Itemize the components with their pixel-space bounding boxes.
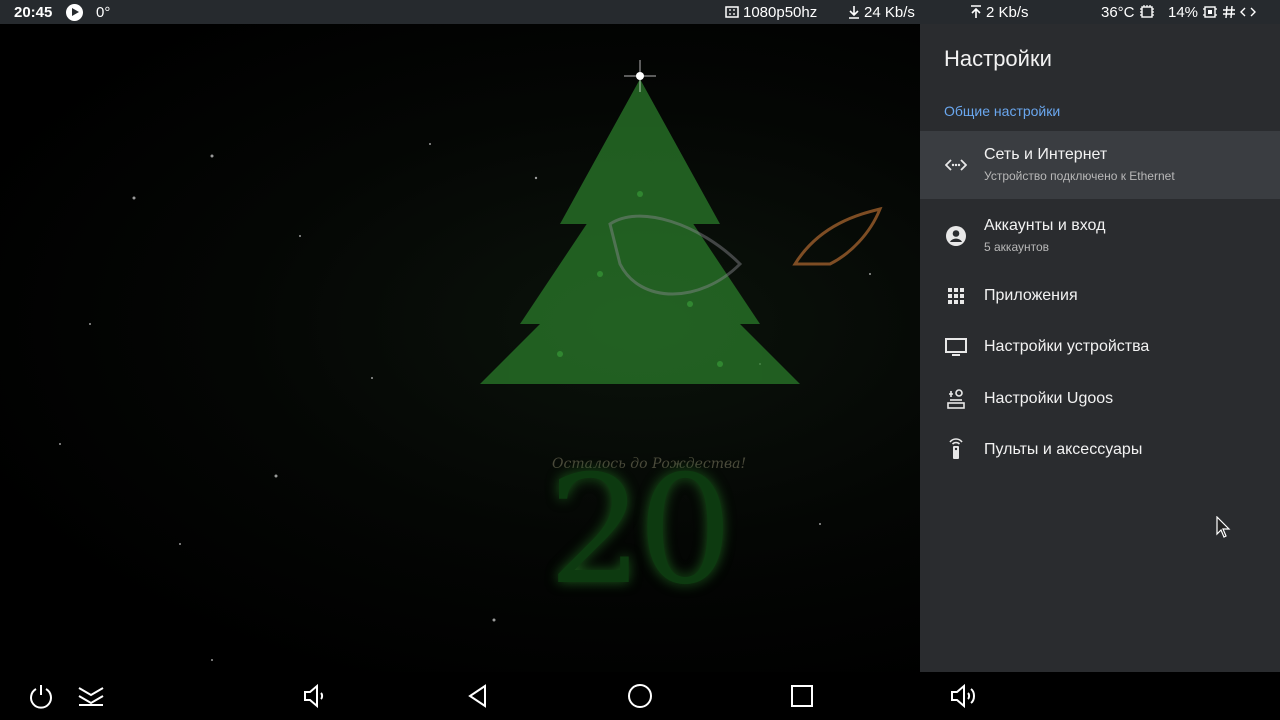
chip-icon	[1139, 5, 1154, 18]
home-circle-icon	[628, 684, 652, 708]
ugoos-settings-icon	[944, 387, 968, 411]
speaker-loud-icon	[951, 683, 975, 709]
temperature-label: 36°C	[1101, 3, 1135, 21]
clock: 20:45	[14, 3, 53, 21]
menu-item-ugoos-settings[interactable]: Настройки Ugoos	[920, 379, 1280, 419]
recents-square-icon	[791, 685, 813, 707]
resolution-indicator: 1080p50hz	[725, 0, 817, 24]
christmas-tree-image	[59, 60, 883, 661]
volume-up-button[interactable]	[948, 681, 980, 711]
hash-icon	[1223, 5, 1236, 19]
back-button[interactable]	[462, 681, 494, 711]
volume-down-button[interactable]	[298, 681, 330, 711]
section-header: Общие настройки	[944, 103, 1061, 119]
menu-item-device-settings[interactable]: Настройки устройства	[920, 327, 1280, 367]
menu-item-label: Пульты и аксессуары	[984, 441, 1143, 458]
mouse-cursor-icon	[1216, 516, 1231, 538]
download-speed-label: 24 Kb/s	[864, 3, 915, 21]
tv-icon	[944, 335, 968, 359]
double-chevron-down-icon	[78, 687, 104, 706]
memory-icon	[1203, 6, 1218, 18]
menu-item-apps[interactable]: Приложения	[920, 276, 1280, 316]
menu-item-label: Настройки Ugoos	[984, 390, 1114, 407]
remote-icon	[944, 436, 968, 460]
notifications-pulldown-button[interactable]	[75, 681, 107, 711]
christmas-wallpaper: Осталось до Рождества! 20	[0, 24, 920, 672]
play-circle-icon	[66, 0, 83, 24]
speaker-icon	[304, 683, 324, 709]
ethernet-arrows-icon	[1240, 7, 1257, 17]
panel-title: Настройки	[944, 46, 1052, 71]
download-speed: 24 Kb/s	[848, 0, 915, 24]
recents-button[interactable]	[786, 681, 818, 711]
power-button[interactable]	[25, 681, 57, 711]
power-icon	[30, 685, 52, 709]
upload-speed: 2 Kb/s	[970, 0, 1029, 24]
status-bar: 20:45 0° 1080p50hz 24 Kb/s 2 Kb/s 36°C 1…	[0, 0, 1280, 24]
menu-item-network[interactable]: Сеть и Интернет Устройство подключено к …	[920, 131, 1280, 199]
menu-item-label: Аккаунты и вход	[984, 217, 1106, 234]
download-arrow-icon	[849, 6, 859, 19]
menu-item-label: Приложения	[984, 287, 1078, 304]
settings-panel: Настройки Общие настройки Сеть и Интерне…	[920, 24, 1280, 672]
navigation-bar	[0, 672, 1280, 720]
menu-item-subtitle: Устройство подключено к Ethernet	[984, 169, 1175, 183]
load-label: 14%	[1168, 3, 1199, 21]
menu-item-remotes[interactable]: Пульты и аксессуары	[920, 430, 1280, 470]
upload-speed-label: 2 Kb/s	[986, 3, 1029, 21]
upload-arrow-icon	[971, 5, 981, 18]
menu-item-subtitle: 5 аккаунтов	[984, 240, 1050, 254]
cpu-load: 14%	[1168, 0, 1257, 24]
countdown-number: 20	[548, 444, 733, 618]
menu-item-accounts[interactable]: Аккаунты и вход 5 аккаунтов	[920, 204, 1280, 268]
menu-item-label: Сеть и Интернет	[984, 146, 1108, 163]
resolution-icon	[725, 6, 739, 18]
home-button[interactable]	[624, 681, 656, 711]
network-icon	[944, 153, 968, 177]
back-triangle-icon	[468, 684, 486, 708]
resolution-label: 1080p50hz	[743, 3, 818, 21]
cpu-temperature: 36°C	[1101, 0, 1155, 24]
apps-grid-icon	[944, 284, 968, 308]
account-icon	[944, 224, 968, 248]
menu-item-label: Настройки устройства	[984, 338, 1150, 355]
degree-readout: 0°	[96, 3, 111, 21]
